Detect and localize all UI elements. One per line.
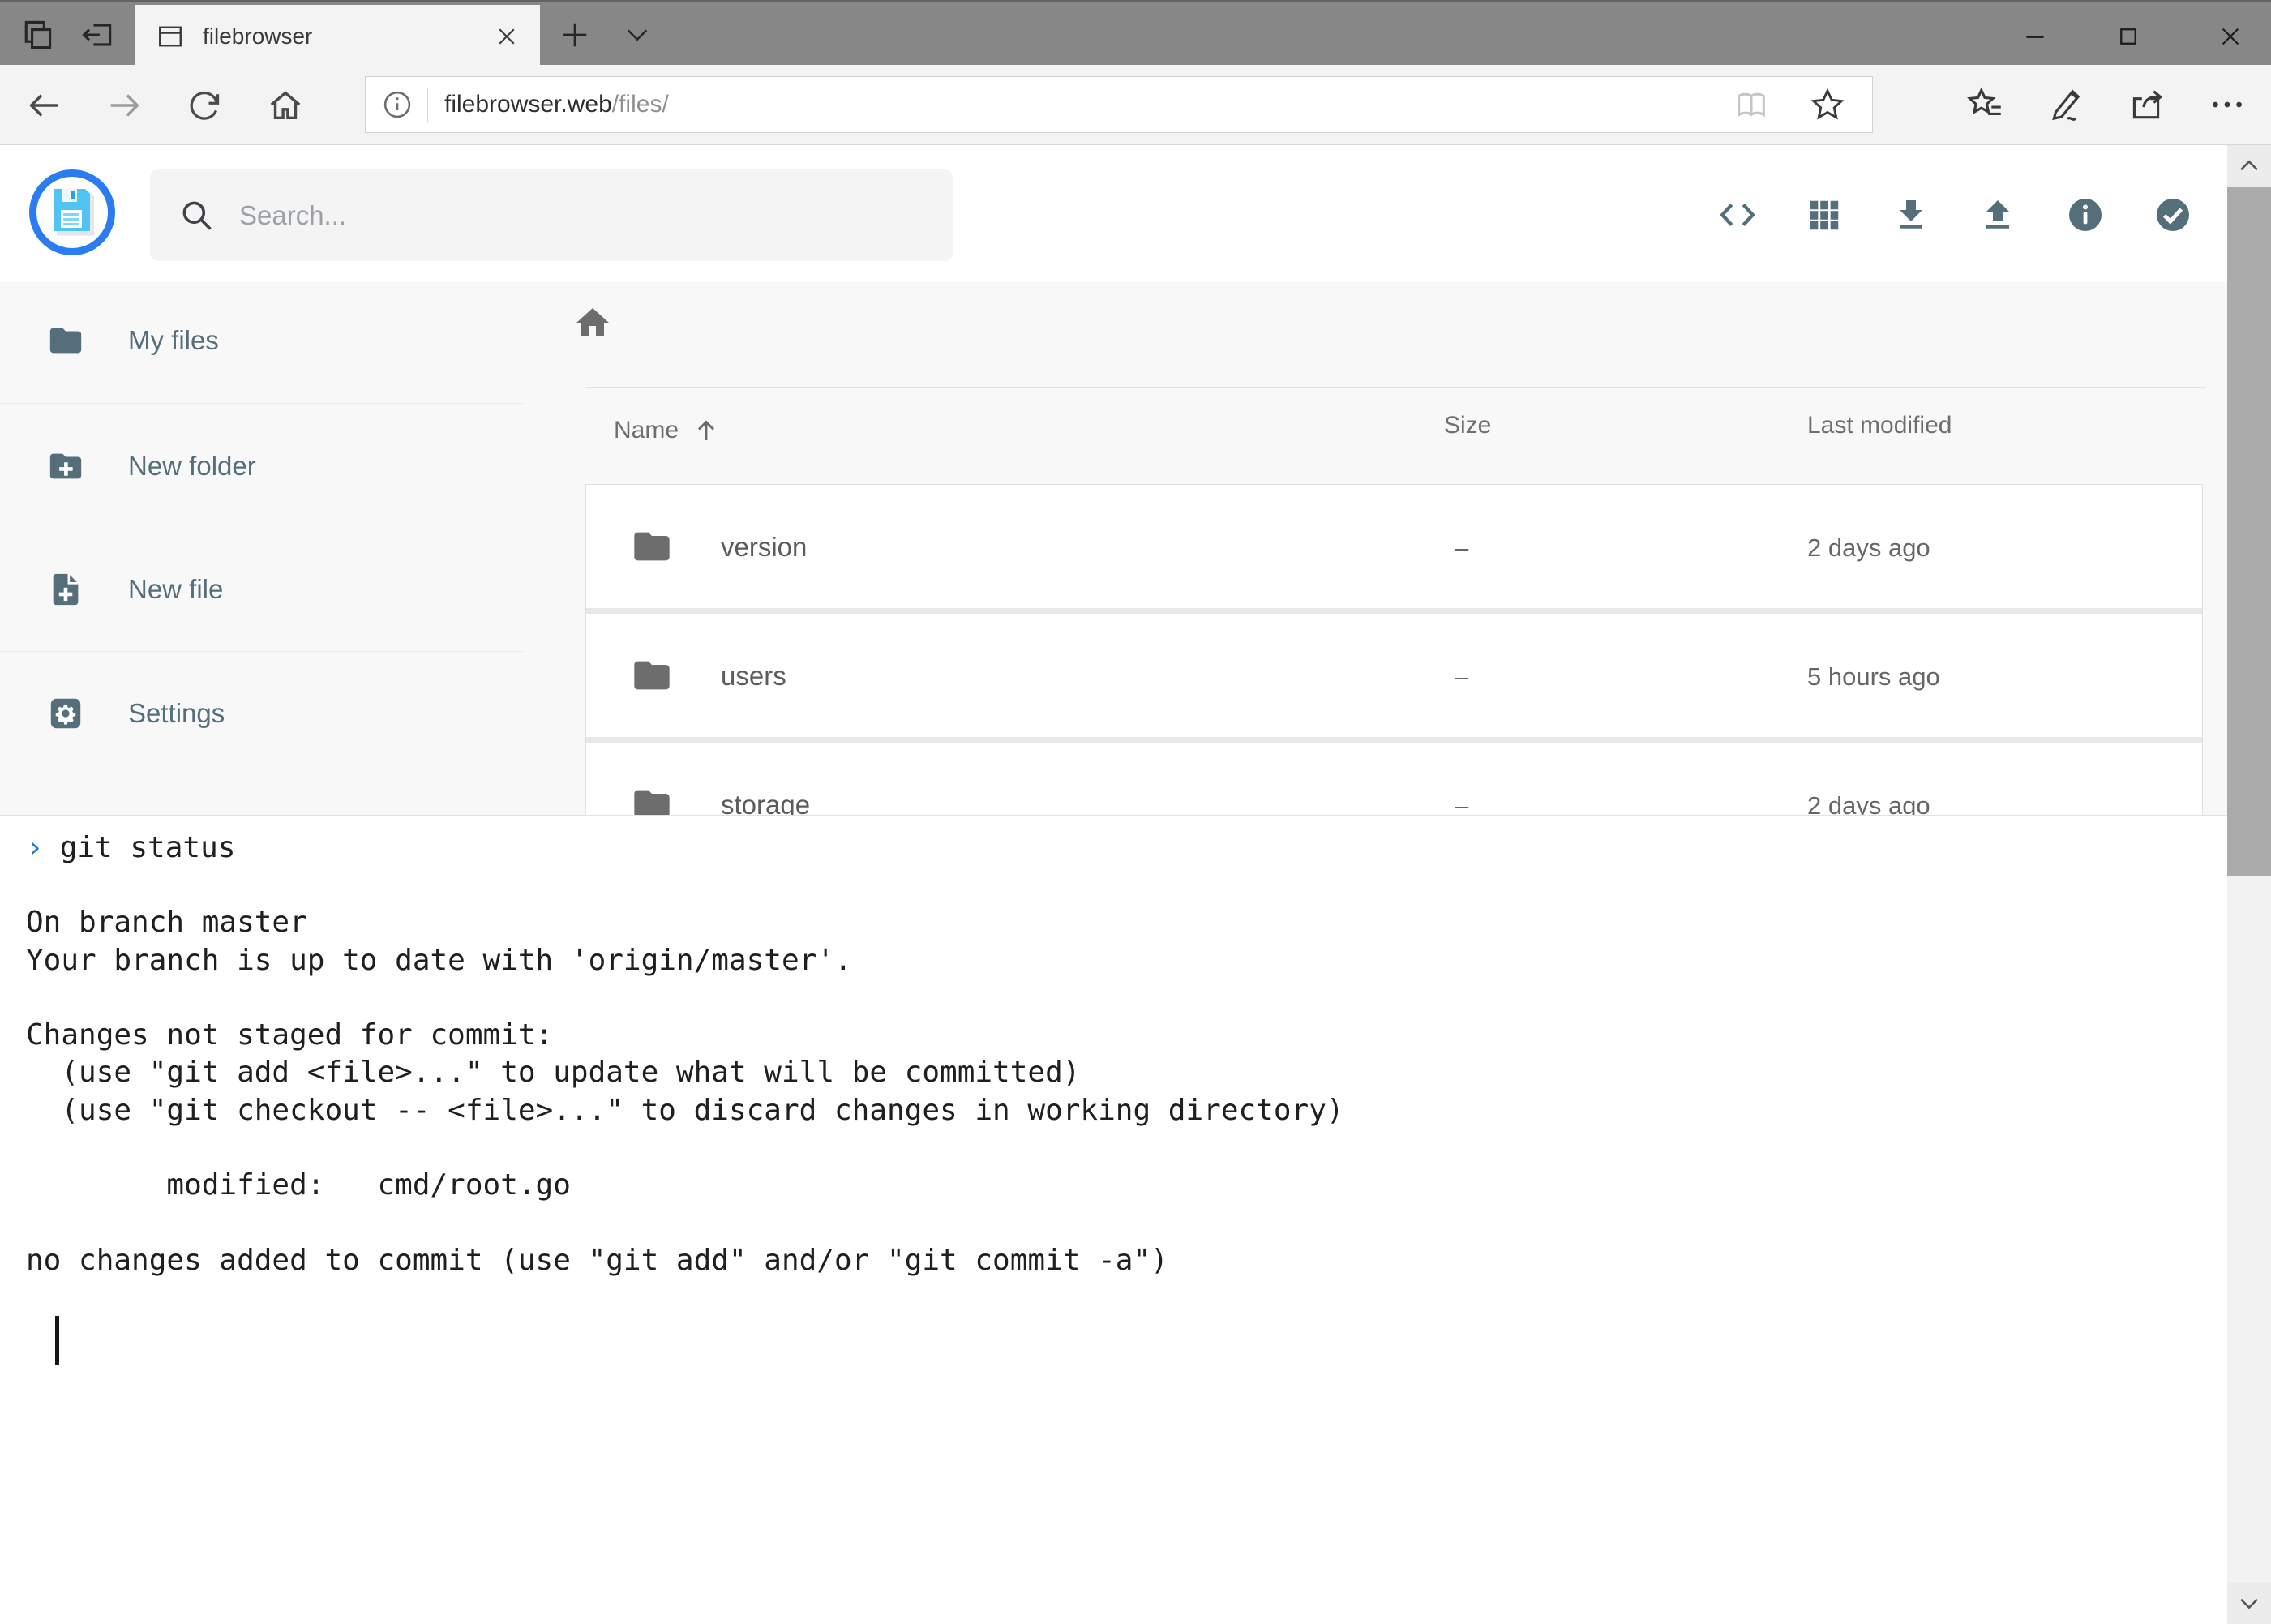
url-host: filebrowser.web bbox=[444, 91, 612, 118]
browser-tab[interactable]: filebrowser bbox=[135, 5, 540, 67]
scroll-up-icon[interactable] bbox=[2227, 145, 2271, 187]
sidebar-item-new-folder[interactable]: New folder bbox=[0, 427, 523, 505]
address-bar[interactable]: filebrowser.web/files/ bbox=[365, 76, 1873, 133]
file-size: – bbox=[1455, 662, 1468, 692]
sidebar-divider bbox=[0, 651, 523, 652]
main-area: My files New folder New file bbox=[0, 282, 2227, 815]
folder-icon bbox=[631, 783, 673, 815]
reading-view-icon[interactable] bbox=[1733, 86, 1770, 123]
favorite-star-icon[interactable] bbox=[1809, 86, 1846, 123]
terminal-cursor bbox=[55, 1316, 59, 1365]
floppy-icon bbox=[48, 186, 96, 239]
terminal-prompt: › bbox=[26, 831, 44, 864]
back-icon[interactable] bbox=[21, 83, 66, 128]
code-editor-icon[interactable] bbox=[1714, 191, 1761, 238]
table-row-version[interactable]: version – 2 days ago bbox=[586, 485, 2202, 608]
table-row-users[interactable]: users – 5 hours ago bbox=[586, 614, 2202, 737]
sidebar-item-label: My files bbox=[128, 325, 219, 356]
file-size: – bbox=[1455, 533, 1468, 563]
search-input[interactable] bbox=[239, 200, 888, 231]
scrollbar-thumb[interactable] bbox=[2227, 187, 2271, 876]
site-info-icon[interactable] bbox=[380, 88, 414, 122]
download-icon[interactable] bbox=[1888, 191, 1935, 238]
address-divider bbox=[427, 88, 428, 122]
refresh-icon[interactable] bbox=[182, 83, 227, 128]
maximize-button[interactable] bbox=[2092, 5, 2165, 67]
terminal-command-line: › git status bbox=[26, 829, 235, 867]
terminal-command: git status bbox=[60, 831, 236, 864]
browser-toolbar: filebrowser.web/files/ bbox=[0, 65, 2271, 145]
add-file-icon bbox=[47, 571, 84, 608]
sort-ascending-icon bbox=[692, 416, 721, 445]
sidebar-item-label: New folder bbox=[128, 451, 256, 482]
sidebar-item-label: Settings bbox=[128, 698, 225, 729]
web-notes-icon[interactable] bbox=[2041, 79, 2093, 130]
url-text[interactable]: filebrowser.web/files/ bbox=[444, 91, 669, 118]
breadcrumb-divider bbox=[585, 387, 2206, 388]
filebrowser-header bbox=[0, 145, 2271, 282]
page-icon bbox=[156, 22, 185, 51]
file-name: version bbox=[721, 532, 807, 563]
new-tab-button[interactable] bbox=[548, 15, 602, 54]
breadcrumb-home-icon[interactable] bbox=[572, 302, 613, 343]
search-icon bbox=[179, 198, 215, 234]
add-folder-icon bbox=[47, 448, 84, 485]
browser-tab-bar: filebrowser bbox=[0, 0, 2271, 65]
close-tab-icon[interactable] bbox=[495, 24, 519, 49]
terminal-panel[interactable]: › git status On branch master Your branch… bbox=[0, 815, 2227, 1624]
grid-view-icon[interactable] bbox=[1801, 191, 1848, 238]
file-modified: 2 days ago bbox=[1807, 533, 1930, 563]
info-icon[interactable] bbox=[2062, 191, 2109, 238]
folder-icon bbox=[631, 654, 673, 696]
page-scrollbar[interactable] bbox=[2227, 145, 2271, 1624]
terminal-output: On branch master Your branch is up to da… bbox=[26, 867, 1344, 1279]
file-modified: 2 days ago bbox=[1807, 791, 1930, 815]
tab-preview-icon[interactable] bbox=[15, 15, 59, 54]
file-size: – bbox=[1455, 791, 1468, 815]
share-icon[interactable] bbox=[2120, 79, 2172, 130]
file-name: users bbox=[721, 661, 786, 692]
sidebar-item-my-files[interactable]: My files bbox=[0, 302, 523, 379]
tab-dropdown-icon[interactable] bbox=[613, 15, 662, 54]
sidebar-item-settings[interactable]: Settings bbox=[0, 675, 523, 752]
sidebar-item-new-file[interactable]: New file bbox=[0, 551, 523, 628]
home-icon[interactable] bbox=[263, 83, 308, 128]
upload-icon[interactable] bbox=[1974, 191, 2021, 238]
file-name: storage bbox=[721, 790, 810, 815]
url-path: /files/ bbox=[612, 91, 669, 118]
file-modified: 5 hours ago bbox=[1807, 662, 1940, 692]
close-window-button[interactable] bbox=[2189, 5, 2271, 67]
column-header-last-modified[interactable]: Last modified bbox=[1807, 412, 1952, 449]
more-icon[interactable] bbox=[2201, 79, 2253, 130]
hub-icon[interactable] bbox=[1960, 79, 2012, 130]
set-tabs-aside-icon[interactable] bbox=[76, 15, 120, 54]
folder-icon bbox=[47, 322, 84, 359]
folder-icon bbox=[631, 525, 673, 568]
select-check-icon[interactable] bbox=[2149, 191, 2196, 238]
settings-gear-icon bbox=[47, 695, 84, 732]
file-list: version – 2 days ago users – 5 hours ago… bbox=[585, 484, 2203, 815]
table-row-storage[interactable]: storage – 2 days ago bbox=[586, 743, 2202, 815]
column-header-name[interactable]: Name bbox=[614, 412, 721, 449]
scroll-down-icon[interactable] bbox=[2227, 1582, 2271, 1624]
column-header-size[interactable]: Size bbox=[1444, 412, 1491, 449]
forward-icon[interactable] bbox=[102, 83, 148, 128]
search-bar[interactable] bbox=[150, 169, 953, 261]
filebrowser-logo[interactable] bbox=[29, 169, 115, 255]
sidebar-divider bbox=[0, 403, 523, 404]
tab-title: filebrowser bbox=[203, 24, 477, 49]
sidebar-item-label: New file bbox=[128, 574, 223, 605]
minimize-button[interactable] bbox=[1999, 5, 2072, 67]
